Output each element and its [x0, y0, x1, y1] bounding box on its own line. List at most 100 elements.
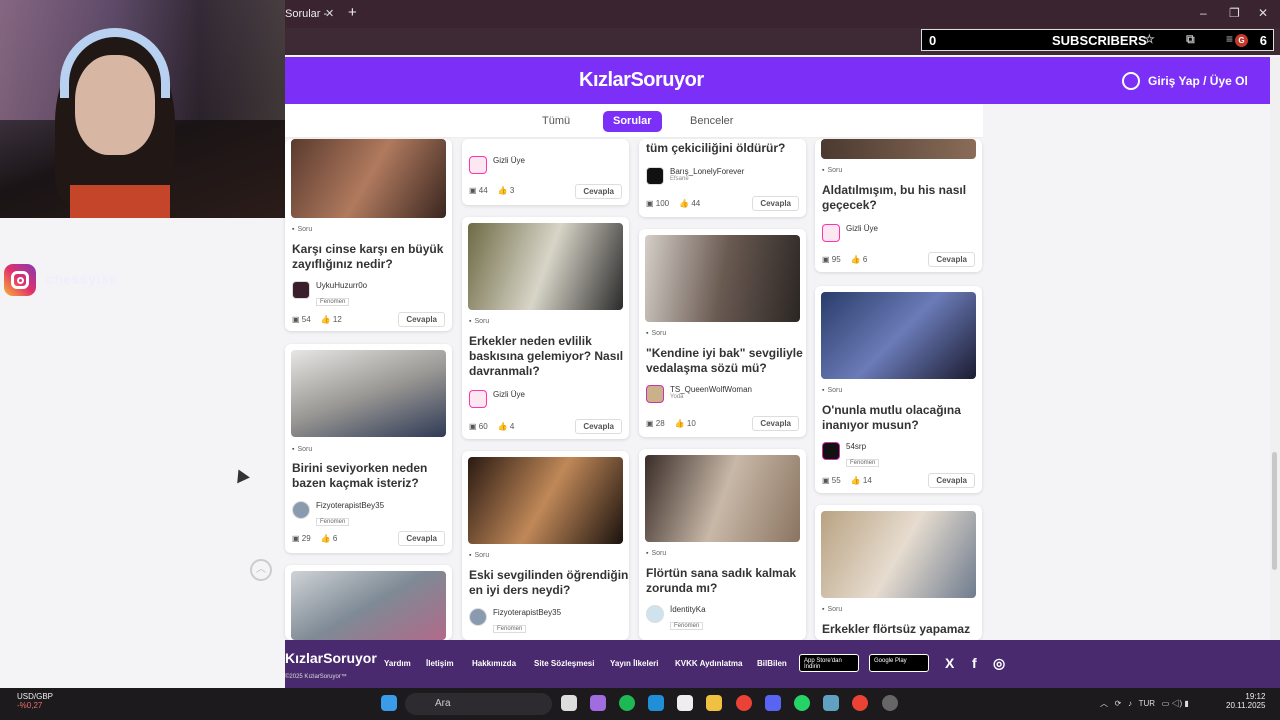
file-explorer-icon[interactable] — [706, 695, 722, 711]
question-card[interactable]: Soru Birini seviyorken neden bazen kaçma… — [285, 344, 452, 553]
spotify-icon[interactable] — [619, 695, 635, 711]
reply-button[interactable]: Cevapla — [398, 312, 445, 327]
tab-title: Sorular - — [285, 8, 328, 20]
username[interactable]: FizyoterapistBey35 — [316, 501, 384, 510]
username[interactable]: 54srp — [846, 442, 879, 451]
page-scrollbar[interactable] — [1270, 57, 1280, 640]
question-title[interactable]: Birini seviyorken neden bazen kaçmak ist… — [292, 461, 452, 491]
chrome-icon[interactable] — [736, 695, 752, 711]
close-window-icon[interactable]: ✕ — [1258, 6, 1268, 20]
question-card[interactable]: Soru "Kendine iyi bak" sevgiliyle vedala… — [639, 229, 806, 437]
footer-link-about[interactable]: Hakkımızda — [472, 659, 516, 668]
browser-tab[interactable]: Sorular - ✕ — [285, 3, 343, 25]
question-card[interactable]: Gizli Üye ▣ 44 👍 3 Cevapla — [462, 139, 629, 205]
edge-icon[interactable] — [648, 695, 664, 711]
discord-icon[interactable] — [765, 695, 781, 711]
question-card[interactable]: Soru Flörtün sana sadık kalmak zorunda m… — [639, 449, 806, 640]
question-title[interactable]: Eski sevgilinden öğrendiğin en iyi ders … — [469, 568, 629, 598]
obs-icon[interactable] — [882, 695, 898, 711]
footer-link-publishing[interactable]: Yayın İlkeleri — [610, 659, 658, 668]
reply-button[interactable]: Cevapla — [398, 531, 445, 546]
reply-button[interactable]: Cevapla — [752, 416, 799, 431]
question-card[interactable]: Soru Karşı cinse karşı en büyük zayıflığ… — [285, 139, 452, 331]
extension-icons[interactable]: ☆ ⧉ ≡ — [1144, 32, 1247, 47]
instagram-social-icon[interactable]: ◎ — [993, 655, 1005, 672]
tab-questions[interactable]: Sorular — [603, 111, 662, 132]
reply-button[interactable]: Cevapla — [928, 252, 975, 267]
clock[interactable]: 19:12 20.11.2025 — [1226, 692, 1265, 710]
reply-button[interactable]: Cevapla — [575, 184, 622, 199]
question-card[interactable]: tüm çekiciliğini öldürür? Barış_LonelyFo… — [639, 139, 806, 217]
footer-link-help[interactable]: Yardım — [384, 659, 411, 668]
google-play-button[interactable]: Google Play — [869, 654, 929, 672]
minimize-icon[interactable]: – — [1200, 6, 1207, 20]
username[interactable]: İdentityKa — [670, 605, 706, 614]
like-count: 👍 12 — [320, 315, 342, 324]
chrome-active-icon[interactable] — [852, 695, 868, 711]
taskbar-search[interactable]: Ara — [405, 693, 552, 715]
task-view-icon[interactable] — [561, 695, 577, 711]
language-indicator[interactable]: TUR — [1139, 699, 1155, 708]
question-title[interactable]: Erkekler flörtsüz yapamaz — [822, 622, 982, 637]
username[interactable]: Gizli Üye — [493, 390, 525, 399]
system-tray[interactable]: ︿ ⟳ ♪ TUR ▭ ◁) ▮ — [1100, 698, 1189, 709]
tab-all[interactable]: Tümü — [532, 111, 580, 132]
copilot-icon[interactable] — [590, 695, 606, 711]
username[interactable]: UykuHuzurr0o — [316, 281, 367, 290]
app-icon[interactable] — [823, 695, 839, 711]
comment-count: ▣ 95 — [822, 255, 841, 264]
site-logo[interactable]: KızlarSoruyor — [579, 69, 704, 92]
reply-button[interactable]: Cevapla — [575, 419, 622, 434]
facebook-icon[interactable]: f — [972, 655, 977, 671]
question-title[interactable]: Flörtün sana sadık kalmak zorunda mı? — [646, 566, 806, 596]
question-title[interactable]: O'nunla mutlu olacağına inanıyor musun? — [822, 403, 982, 433]
question-title[interactable]: "Kendine iyi bak" sevgiliyle vedalaşma s… — [646, 346, 806, 376]
x-social-icon[interactable]: X — [945, 655, 954, 671]
username[interactable]: TS_QueenWolfWoman — [670, 385, 752, 394]
question-card[interactable]: Soru Erkekler neden evlilik baskısına ge… — [462, 217, 629, 439]
username[interactable]: FizyoterapistBey35 — [493, 608, 561, 617]
store-icon[interactable] — [677, 695, 693, 711]
avatar — [822, 224, 840, 242]
footer-link-bilbilen[interactable]: BilBilen — [757, 659, 787, 668]
start-icon[interactable] — [381, 695, 397, 711]
question-type-label: Soru — [822, 167, 842, 174]
question-type-label: Soru — [646, 550, 666, 557]
maximize-icon[interactable]: ❐ — [1229, 6, 1240, 20]
currency-widget[interactable]: USD/GBP -%0,27 — [17, 692, 53, 710]
like-count: 👍 44 — [679, 199, 701, 208]
question-title[interactable]: Erkekler neden evlilik baskısına gelemiy… — [469, 334, 629, 379]
scroll-to-top-button[interactable]: ︿ — [250, 559, 272, 581]
comment-count: ▣ 54 — [292, 315, 311, 324]
footer-link-contact[interactable]: İletişim — [426, 659, 454, 668]
question-title[interactable]: Aldatılmışım, bu his nasıl geçecek? — [822, 183, 982, 213]
question-card[interactable]: Soru Aldatılmışım, bu his nasıl geçecek?… — [815, 139, 982, 272]
username[interactable]: Barış_LonelyForever — [670, 167, 744, 176]
question-card[interactable]: Soru Erkekler flörtsüz yapamaz — [815, 505, 982, 640]
question-title[interactable]: Karşı cinse karşı en büyük zayıflığınız … — [292, 242, 452, 272]
reply-button[interactable]: Cevapla — [928, 473, 975, 488]
username[interactable]: Gizli Üye — [493, 156, 525, 165]
question-card[interactable]: Soru Eski sevgilinden öğrendiğin en iyi … — [462, 451, 629, 640]
like-count: 👍 4 — [497, 422, 515, 431]
footer-logo[interactable]: KızlarSoruyor — [285, 650, 377, 666]
whatsapp-icon[interactable] — [794, 695, 810, 711]
new-tab-icon[interactable]: + — [348, 4, 357, 21]
profile-badge[interactable]: G — [1235, 34, 1248, 47]
username[interactable]: Gizli Üye — [846, 224, 878, 233]
question-card[interactable]: Soru O'nunla mutlu olacağına inanıyor mu… — [815, 286, 982, 493]
user-badge: Fenomen — [316, 298, 350, 306]
login-button[interactable]: Giriş Yap / Üye Ol — [1122, 72, 1248, 90]
tray-icons[interactable]: ︿ ⟳ ♪ — [1100, 699, 1136, 708]
network-volume-icons[interactable]: ▭ ◁) ▮ — [1157, 699, 1189, 708]
question-card[interactable] — [285, 565, 452, 640]
browser-tab-bar — [285, 0, 1280, 28]
close-tab-icon[interactable]: ✕ — [325, 7, 334, 20]
tab-opinions[interactable]: Benceler — [680, 111, 743, 132]
reply-button[interactable]: Cevapla — [752, 196, 799, 211]
footer-link-terms[interactable]: Site Sözleşmesi — [534, 659, 594, 668]
footer-link-kvkk[interactable]: KVKK Aydınlatma — [675, 659, 742, 668]
question-title[interactable]: tüm çekiciliğini öldürür? — [646, 141, 806, 156]
app-store-button[interactable]: App Store'dan İndirin — [799, 654, 859, 672]
user-badge: Fenomen — [846, 459, 880, 467]
